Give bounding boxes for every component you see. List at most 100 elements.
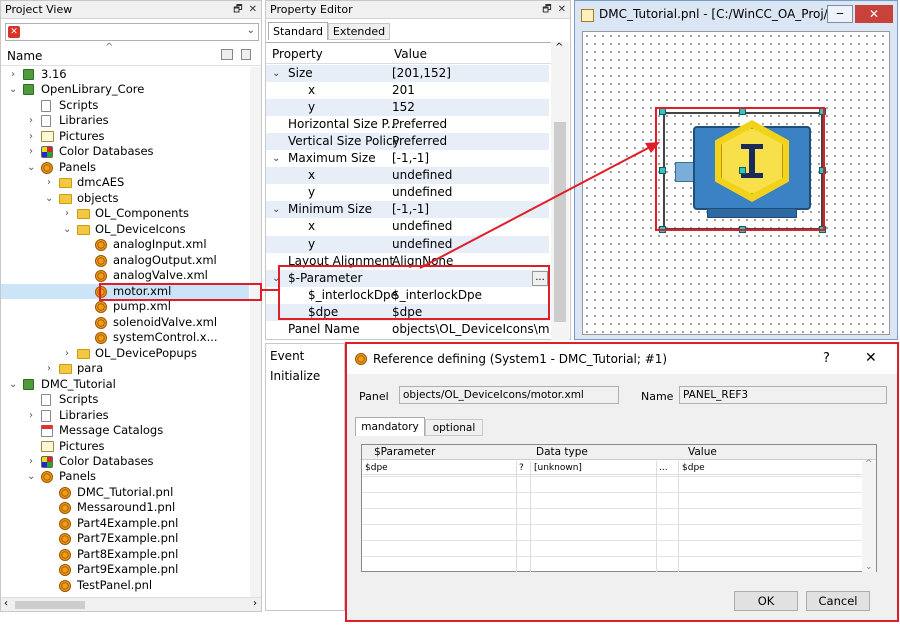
property-value[interactable]: 201 [392,82,415,99]
expander-icon[interactable]: ⌄ [27,160,35,176]
tree-item[interactable]: systemControl.x... [1,330,249,346]
tree-item[interactable]: analogInput.xml [1,237,249,253]
tree-item[interactable]: ⌄ OpenLibrary_Core [1,82,249,98]
tree-item[interactable]: Part8Example.pnl [1,547,249,563]
expander-icon[interactable]: › [27,408,35,424]
expander-icon[interactable]: › [27,144,35,160]
property-row[interactable]: x undefined [266,218,549,235]
tree-item[interactable]: › OL_DevicePopups [1,346,249,362]
tree-horizontal-scrollbar[interactable]: ‹ › [1,597,261,611]
tree-item[interactable]: Part9Example.pnl [1,562,249,578]
scroll-thumb[interactable] [15,601,85,609]
property-row[interactable]: y 152 [266,99,549,117]
expander-icon[interactable]: ⌄ [272,150,280,167]
minimize-button[interactable]: ‒ [827,5,853,23]
expander-icon[interactable]: ⌄ [272,201,280,218]
expander-icon[interactable]: ⌄ [45,191,53,207]
tree-item[interactable]: DMC_Tutorial.pnl [1,485,249,501]
scroll-thumb[interactable] [554,122,566,322]
expander-icon[interactable]: › [27,129,35,145]
tree-item[interactable]: TestPanel.pnl [1,578,249,594]
tree-item[interactable]: › Color Databases [1,144,249,160]
clear-filter-icon[interactable]: ✕ [8,26,20,38]
expander-icon[interactable]: ⌄ [63,222,71,238]
scroll-up-icon[interactable]: ^ [555,42,563,53]
scroll-right-icon[interactable]: › [253,598,257,609]
expander-icon[interactable]: › [45,175,53,191]
property-row[interactable]: y undefined [266,235,549,253]
close-icon[interactable]: ✕ [249,4,257,15]
property-value[interactable]: undefined [392,167,452,184]
tree-item[interactable]: › Pictures [1,129,249,145]
property-row[interactable]: ⌄ Minimum Size [-1,-1] [266,201,549,219]
view-toggle-icon-2[interactable] [241,49,251,60]
property-row[interactable]: x undefined [266,167,549,185]
property-value[interactable]: undefined [392,236,452,253]
property-value[interactable]: undefined [392,218,452,235]
tree-item[interactable]: ⌄ Panels [1,469,249,485]
tree-item[interactable]: ⌄ DMC_Tutorial [1,377,249,393]
tree-item[interactable]: solenoidValve.xml [1,315,249,331]
tree-item[interactable]: ⌄ OL_DeviceIcons [1,222,249,238]
filter-combo[interactable]: ✕ ⌄ [5,23,259,41]
property-row[interactable]: ⌄ Maximum Size [-1,-1] [266,150,549,167]
tree-item[interactable]: Part4Example.pnl [1,516,249,532]
property-value[interactable]: undefined [392,184,452,201]
tree-item[interactable]: Message Catalogs [1,423,249,439]
expander-icon[interactable]: › [27,454,35,470]
tree-vertical-scrollbar[interactable] [250,67,261,597]
tree-item[interactable]: Part7Example.pnl [1,531,249,547]
expander-icon[interactable]: ⌄ [272,65,280,82]
close-button[interactable]: ✕ [855,5,893,23]
tree-item[interactable]: › dmcAES [1,175,249,191]
expander-icon[interactable]: › [45,361,53,377]
expander-icon[interactable]: ⌄ [27,469,35,485]
expander-icon[interactable]: › [63,206,71,222]
expander-icon[interactable]: › [63,346,71,362]
tree-item[interactable]: analogOutput.xml [1,253,249,269]
chevron-down-icon[interactable]: ⌄ [247,25,255,36]
tab-standard[interactable]: Standard [268,22,328,40]
event-initialize[interactable]: Initialize [270,369,320,383]
property-scrollbar[interactable]: ^ [551,42,569,340]
tree-item[interactable]: › Libraries [1,408,249,424]
tree-item[interactable]: Scripts [1,392,249,408]
expander-icon[interactable]: ⌄ [9,82,17,98]
expander-icon[interactable]: ⌄ [9,377,17,393]
property-value[interactable]: Preferred [392,116,447,133]
tree-item[interactable]: Pictures [1,439,249,455]
tab-extended[interactable]: Extended [328,23,390,40]
expander-icon[interactable]: › [9,67,17,83]
property-row[interactable]: Vertical Size Policy Preferred [266,133,549,151]
close-icon[interactable]: ✕ [558,4,566,15]
property-value[interactable]: objects\OL_DeviceIcons\mo... [392,321,549,338]
tree-item[interactable]: › para [1,361,249,377]
property-row[interactable]: Panel Name objects\OL_DeviceIcons\mo... [266,321,549,338]
tree-item[interactable]: Scripts [1,98,249,114]
property-value[interactable]: [201,152] [392,65,451,82]
property-row[interactable]: Horizontal Size P... Preferred [266,116,549,133]
column-property-header[interactable]: Property [272,47,323,61]
column-name-header[interactable]: Name [7,49,42,63]
scroll-left-icon[interactable]: ‹ [4,598,8,609]
view-toggle-icon[interactable] [221,49,233,60]
tree-item[interactable]: › Libraries [1,113,249,129]
tree-item[interactable]: pump.xml [1,299,249,315]
property-row[interactable]: x 201 [266,82,549,99]
float-icon[interactable]: 🗗 [233,4,242,15]
tree-item[interactable]: ⌄ Panels [1,160,249,176]
expander-icon[interactable]: › [27,113,35,129]
event-header[interactable]: Event [270,349,304,363]
tree-item[interactable]: › OL_Components [1,206,249,222]
tree-item[interactable]: › Color Databases [1,454,249,470]
property-row[interactable]: ⌄ Size [201,152] [266,65,549,82]
tree-item[interactable]: ⌄ objects [1,191,249,207]
property-value[interactable]: Preferred [392,133,447,150]
tree-item[interactable]: Messaround1.pnl [1,500,249,516]
property-value[interactable]: [-1,-1] [392,150,429,167]
tree-item[interactable]: analogValve.xml [1,268,249,284]
tree-item[interactable]: › 3.16 [1,67,249,83]
property-row[interactable]: y undefined [266,184,549,201]
column-value-header[interactable]: Value [394,47,427,61]
float-icon[interactable]: 🗗 [542,4,551,15]
